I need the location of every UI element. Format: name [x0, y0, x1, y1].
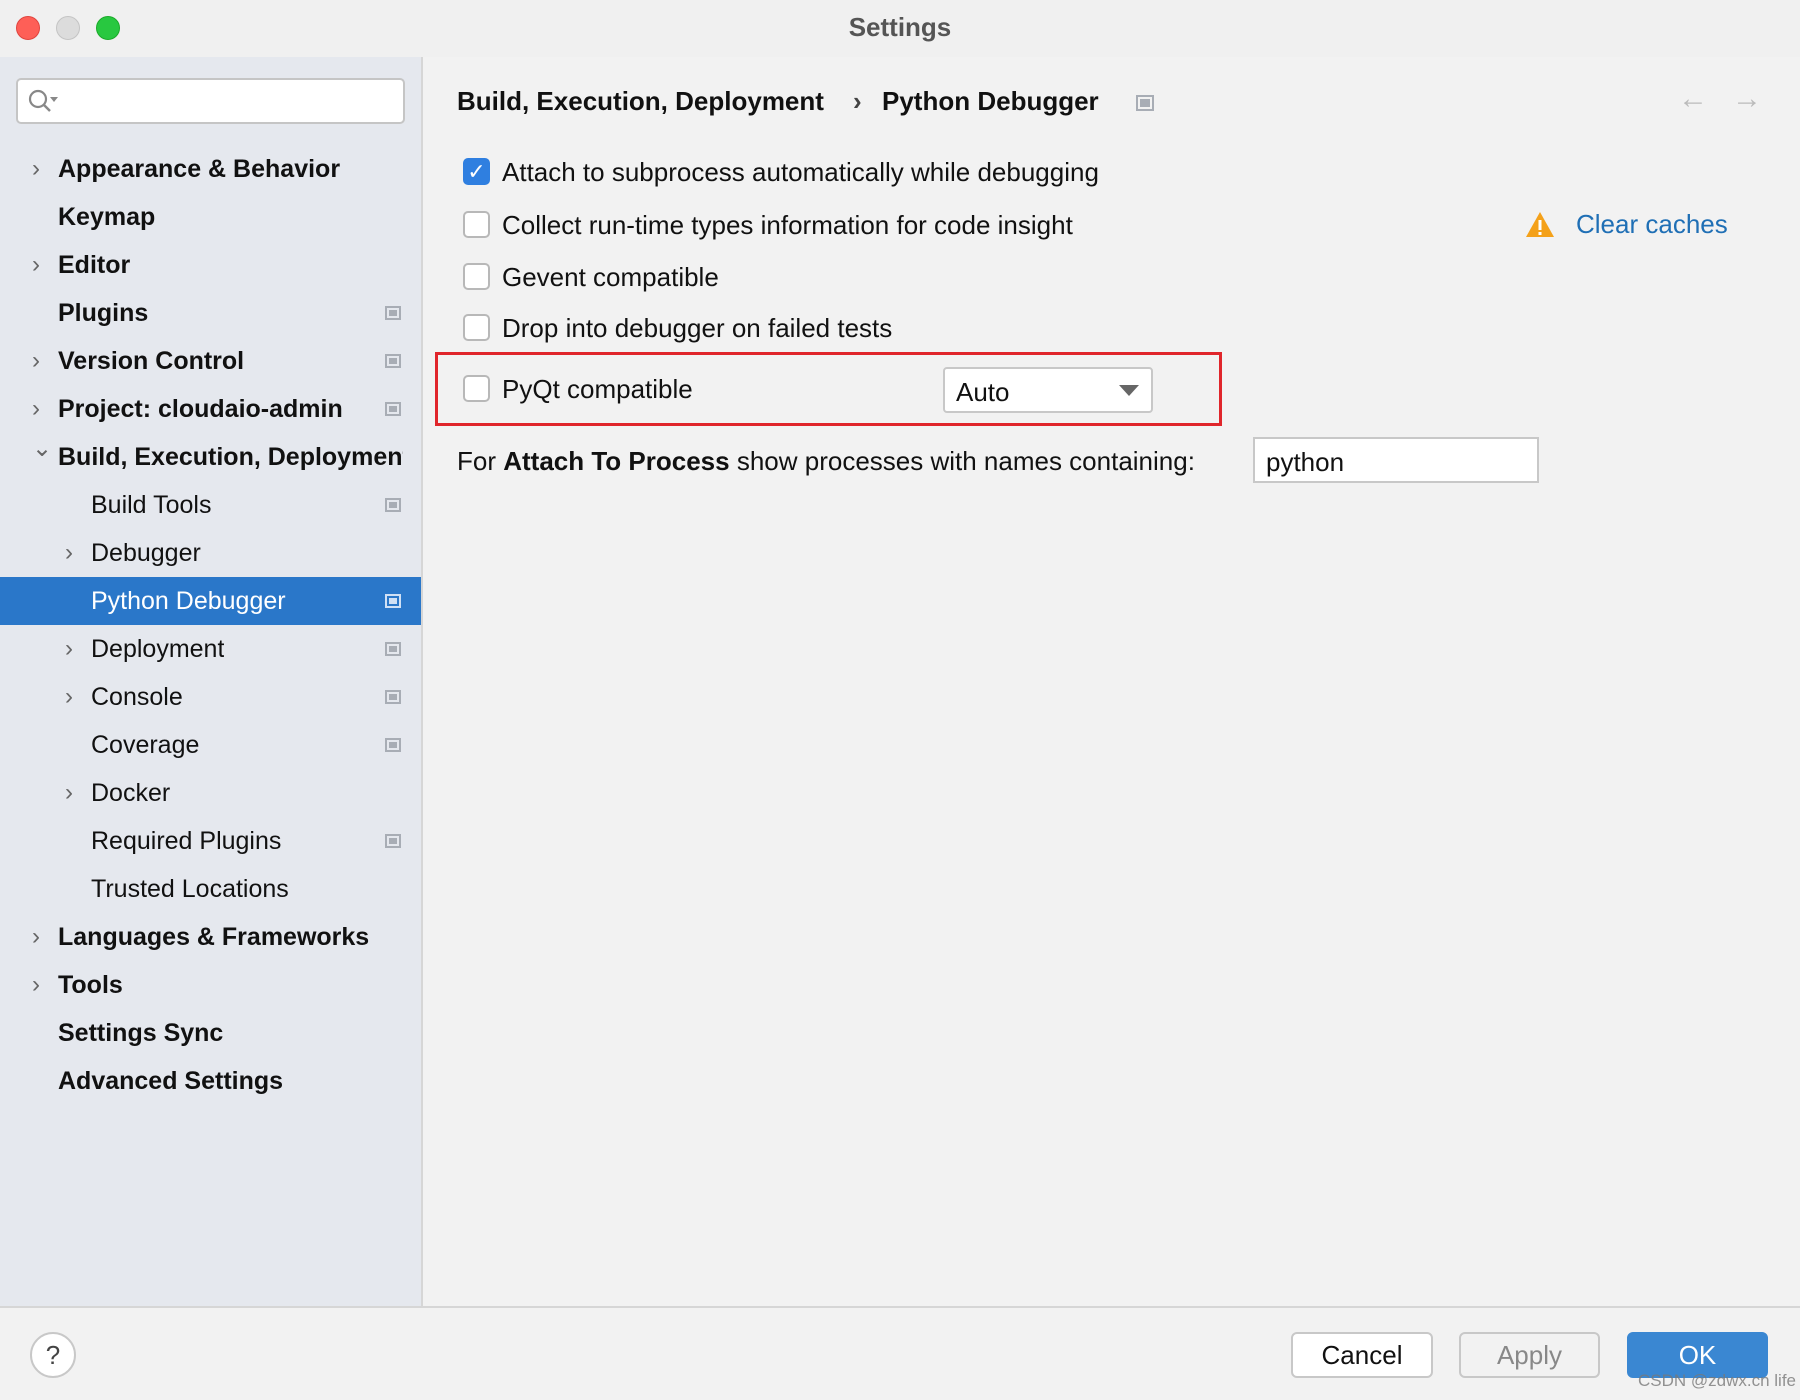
- option-checkbox[interactable]: [463, 263, 490, 290]
- sidebar-item-label: Coverage: [91, 731, 200, 759]
- attach-suffix: show processes with names containing:: [729, 446, 1195, 476]
- sidebar-item-label: Advanced Settings: [58, 1067, 284, 1095]
- sidebar-item-label: Trusted Locations: [91, 875, 289, 903]
- sidebar-item-label: Build Tools: [91, 491, 212, 519]
- sidebar-item-label: Tools: [58, 971, 123, 999]
- chevron-right-icon[interactable]: ›: [32, 145, 40, 193]
- sidebar-item[interactable]: › Docker: [0, 769, 421, 817]
- sidebar-item[interactable]: › Tools: [0, 961, 421, 1009]
- sidebar-item[interactable]: › Deployment: [0, 625, 421, 673]
- sidebar-item[interactable]: Advanced Settings: [0, 1057, 421, 1105]
- sidebar-item[interactable]: Coverage: [0, 721, 421, 769]
- option-checkbox[interactable]: [463, 314, 490, 341]
- chevron-down-icon: [1119, 385, 1139, 396]
- sidebar-item-label: Settings Sync: [58, 1019, 224, 1047]
- breadcrumb-current: Python Debugger: [882, 86, 1099, 116]
- sidebar-item-label: Appearance & Behavior: [58, 155, 341, 183]
- project-scope-icon: [385, 690, 401, 704]
- option-label: Collect run-time types information for c…: [502, 210, 1073, 240]
- project-scope-icon: [385, 354, 401, 368]
- title-bar: Settings: [0, 0, 1800, 57]
- pyqt-compatible-label: PyQt compatible: [502, 374, 693, 404]
- sidebar-item[interactable]: › Version Control: [0, 337, 421, 385]
- process-name-value: python: [1266, 447, 1345, 477]
- breadcrumb-separator: ›: [853, 86, 862, 116]
- sidebar-item-label: Project: cloudaio-admin: [58, 395, 343, 423]
- project-scope-icon: [385, 402, 401, 416]
- pyqt-mode-select[interactable]: Auto: [943, 367, 1153, 413]
- sidebar-item-label: Console: [91, 683, 183, 711]
- sidebar-item-label: Keymap: [58, 203, 156, 231]
- sidebar-item[interactable]: Settings Sync: [0, 1009, 421, 1057]
- sidebar-item-label: Debugger: [91, 539, 201, 567]
- chevron-right-icon[interactable]: ›: [32, 337, 40, 385]
- option-checkbox[interactable]: ✓: [463, 158, 490, 185]
- sidebar-item-label: Python Debugger: [91, 587, 286, 615]
- chevron-right-icon[interactable]: ›: [65, 625, 73, 673]
- chevron-right-icon[interactable]: ›: [65, 769, 73, 817]
- sidebar-item[interactable]: › Console: [0, 673, 421, 721]
- sidebar-item[interactable]: › Appearance & Behavior: [0, 145, 421, 193]
- chevron-right-icon[interactable]: ›: [65, 673, 73, 721]
- sidebar-item-label: Required Plugins: [91, 827, 282, 855]
- attach-prefix: For: [457, 446, 504, 476]
- project-scope-icon: [385, 738, 401, 752]
- sidebar-item[interactable]: Python Debugger: [0, 577, 421, 625]
- apply-button[interactable]: Apply: [1459, 1332, 1600, 1378]
- process-name-input[interactable]: python: [1253, 437, 1539, 483]
- sidebar-item[interactable]: Plugins: [0, 289, 421, 337]
- attach-bold: Attach To Process: [503, 446, 730, 476]
- search-input[interactable]: [16, 78, 405, 124]
- option-label: Drop into debugger on failed tests: [502, 313, 893, 343]
- sidebar-item[interactable]: ⌄ Build, Execution, Deployment: [0, 433, 421, 481]
- warning-icon: [1525, 211, 1555, 243]
- attach-process-label: For Attach To Process show processes wit…: [457, 446, 1195, 477]
- search-icon: [28, 89, 58, 112]
- sidebar-item[interactable]: › Debugger: [0, 529, 421, 577]
- project-scope-icon: [385, 498, 401, 512]
- sidebar-item-label: Editor: [58, 251, 131, 279]
- project-scope-icon: [1136, 95, 1154, 111]
- project-scope-icon: [385, 642, 401, 656]
- chevron-right-icon[interactable]: ›: [32, 241, 40, 289]
- breadcrumb-parent[interactable]: Build, Execution, Deployment: [457, 86, 824, 117]
- option-label: Gevent compatible: [502, 262, 719, 292]
- option-checkbox[interactable]: [463, 211, 490, 238]
- sidebar-item[interactable]: Build Tools: [0, 481, 421, 529]
- chevron-right-icon[interactable]: ›: [32, 913, 40, 961]
- chevron-right-icon[interactable]: ›: [32, 961, 40, 1009]
- sidebar-item-label: Languages & Frameworks: [58, 923, 370, 951]
- back-arrow-icon[interactable]: ←: [1678, 82, 1708, 116]
- project-scope-icon: [385, 594, 401, 608]
- sidebar-item[interactable]: Trusted Locations: [0, 865, 421, 913]
- pyqt-compatible-checkbox[interactable]: [463, 375, 490, 402]
- sidebar-item-label: Deployment: [91, 635, 225, 663]
- sidebar-item-label: Build, Execution, Deployment: [58, 443, 403, 471]
- sidebar-item-label: Docker: [91, 779, 171, 807]
- settings-sidebar: › Appearance & Behavior Keymap › Editor Plugi…: [0, 57, 423, 1306]
- sidebar-item-label: Version Control: [58, 347, 245, 375]
- option-label: Attach to subprocess automatically while…: [502, 157, 1099, 187]
- help-button[interactable]: ?: [30, 1332, 76, 1378]
- cancel-button[interactable]: Cancel: [1291, 1332, 1433, 1378]
- chevron-down-icon[interactable]: ⌄: [32, 425, 52, 473]
- sidebar-item[interactable]: › Editor: [0, 241, 421, 289]
- forward-arrow-icon[interactable]: →: [1732, 82, 1762, 116]
- sidebar-item[interactable]: Required Plugins: [0, 817, 421, 865]
- pyqt-mode-value: Auto: [956, 377, 1010, 407]
- clear-caches-link[interactable]: Clear caches: [1576, 209, 1728, 240]
- project-scope-icon: [385, 306, 401, 320]
- sidebar-item-label: Plugins: [58, 299, 149, 327]
- sidebar-item[interactable]: Keymap: [0, 193, 421, 241]
- watermark: CSDN @zdwx.cn life: [1638, 1371, 1797, 1390]
- project-scope-icon: [385, 834, 401, 848]
- sidebar-item[interactable]: › Languages & Frameworks: [0, 913, 421, 961]
- sidebar-item[interactable]: › Project: cloudaio-admin: [0, 385, 421, 433]
- chevron-right-icon[interactable]: ›: [65, 529, 73, 577]
- window-title: Settings: [848, 12, 952, 42]
